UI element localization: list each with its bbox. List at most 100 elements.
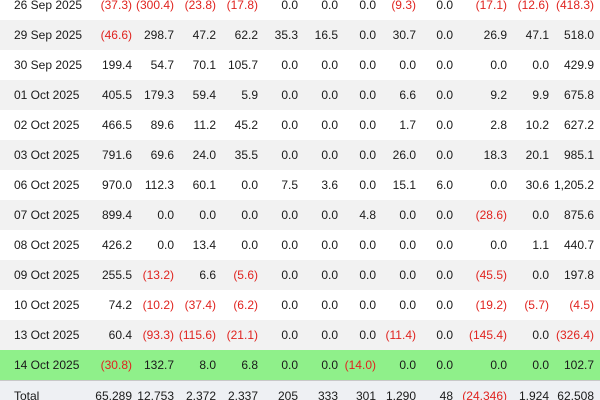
value-cell: 0.0 (376, 350, 416, 381)
value-cell: (5.6) (216, 260, 258, 290)
value-cell: (300.4) (135, 0, 174, 12)
value-cell: 0.0 (507, 200, 549, 230)
value-cell: 0.0 (399, 298, 416, 312)
value-cell: 11.2 (193, 118, 216, 132)
table-row[interactable]: 30 Sep 2025 199.4 54.7 70.1 105.7 0.0 0.0 0.0 0.… (0, 50, 600, 80)
value-cell: 26.9 (453, 20, 507, 50)
value-cell: 0.0 (174, 200, 216, 230)
value-cell: (19.2) (475, 298, 507, 312)
value-cell: 4.8 (338, 200, 376, 230)
value-cell: 62.2 (216, 20, 258, 50)
value-cell: (10.2) (142, 298, 174, 312)
value-cell: 20.1 (507, 140, 549, 170)
value-cell: 627.2 (563, 118, 594, 132)
table-row[interactable]: 02 Oct 2025 466.5 89.6 11.2 45.2 0.0 0.0 0.0 1.7… (0, 110, 600, 140)
value-cell: (24,346) (453, 380, 507, 400)
value-cell: (326.4) (549, 320, 600, 350)
value-cell: 0.0 (258, 200, 298, 230)
value-cell: 2,372 (174, 380, 216, 400)
date-cell: 26 Sep 2025 (14, 0, 83, 12)
value-cell: 1.7 (399, 118, 416, 132)
value-cell: 0.0 (416, 350, 453, 381)
value-cell: 59.4 (174, 80, 216, 110)
value-cell: 0.0 (507, 260, 549, 290)
date-cell: 09 Oct 2025 (0, 260, 92, 290)
value-cell: 301 (338, 380, 376, 400)
table-row[interactable]: 03 Oct 2025 791.6 69.6 24.0 35.5 0.0 0.0 0.0 26.… (0, 140, 600, 170)
value-cell: 54.7 (150, 58, 174, 72)
value-cell: 12,753 (132, 380, 174, 400)
value-cell: (30.8) (92, 350, 132, 381)
table-row[interactable]: 13 Oct 2025 60.4 (93.3) (115.6) (21.1) 0.0 0.0… (0, 320, 600, 350)
value-cell: 5.9 (216, 80, 258, 110)
value-cell: 60.1 (192, 178, 216, 192)
total-row[interactable]: Total 65,289 12,753 2,372 2,337 205 333 301 1,29… (0, 380, 600, 400)
value-cell: 15.1 (392, 178, 416, 192)
value-cell: (21.1) (216, 320, 258, 350)
value-cell: (37.3) (100, 0, 132, 12)
value-cell: 13.4 (192, 238, 216, 252)
table-row-highlighted[interactable]: 14 Oct 2025 (30.8) 132.7 8.0 6.8 0.0 0.0 (14.0)… (0, 350, 600, 381)
flows-table-viewport: 26 Sep 2025 (37.3) (300.4) (23.8) (17.8) 0.0 0… (0, 0, 600, 400)
table-row[interactable]: 07 Oct 2025 899.4 0.0 0.0 0.0 0.0 0.0 4.8 0.0 0.0… (0, 200, 600, 230)
value-cell: 0.0 (416, 260, 453, 290)
value-cell: 0.0 (399, 238, 416, 252)
table-row[interactable]: 29 Sep 2025 (46.6) 298.7 47.2 62.2 35.3 16.5 0.… (0, 20, 600, 50)
value-cell: 0.0 (490, 238, 507, 252)
value-cell: 26.0 (376, 140, 416, 170)
value-cell: 0.0 (359, 118, 376, 132)
value-cell: 45.2 (234, 118, 258, 132)
value-cell: 0.0 (532, 58, 549, 72)
value-cell: 112.3 (144, 178, 174, 192)
value-cell: 0.0 (359, 0, 376, 12)
table-row[interactable]: 01 Oct 2025 405.5 179.3 59.4 5.9 0.0 0.0 0.0 6.6… (0, 80, 600, 110)
value-cell: 675.8 (549, 80, 600, 110)
value-cell: 0.0 (298, 350, 338, 381)
value-cell: 0.0 (338, 320, 376, 350)
value-cell: (14.0) (338, 350, 376, 381)
value-cell: 0.0 (376, 260, 416, 290)
value-cell: 0.0 (298, 80, 338, 110)
value-cell: (6.2) (233, 298, 258, 312)
value-cell: 0.0 (321, 0, 338, 12)
table-row[interactable]: 06 Oct 2025 970.0 112.3 60.1 0.0 7.5 3.6 0.0 15.… (0, 170, 600, 200)
value-cell: 0.0 (359, 238, 376, 252)
date-cell: 02 Oct 2025 (14, 118, 80, 132)
value-cell: 0.0 (436, 118, 453, 132)
value-cell: 0.0 (416, 140, 453, 170)
value-cell: 105.7 (227, 58, 258, 72)
value-cell: 0.0 (258, 350, 298, 381)
value-cell: 0.0 (157, 238, 174, 252)
value-cell: 0.0 (321, 298, 338, 312)
value-cell: 2,337 (216, 380, 258, 400)
value-cell: 35.3 (258, 20, 298, 50)
value-cell: 0.0 (416, 200, 453, 230)
value-cell: 0.0 (321, 58, 338, 72)
value-cell: (5.7) (524, 298, 549, 312)
value-cell: 0.0 (321, 118, 338, 132)
value-cell: 899.4 (92, 200, 132, 230)
table-body: 26 Sep 2025 (37.3) (300.4) (23.8) (17.8) 0.0 0… (0, 0, 600, 400)
value-cell: 16.5 (298, 20, 338, 50)
value-cell: 0.0 (436, 0, 453, 12)
value-cell: 65,289 (92, 380, 132, 400)
table-row[interactable]: 09 Oct 2025 255.5 (13.2) 6.6 (5.6) 0.0 0.0 0.0 0… (0, 260, 600, 290)
value-cell: 0.0 (507, 320, 549, 350)
value-cell: 6.0 (436, 178, 453, 192)
table-row[interactable]: 10 Oct 2025 74.2 (10.2) (37.4) (6.2) 0.0 0.0 0.… (0, 290, 600, 320)
value-cell: 0.0 (436, 58, 453, 72)
value-cell: (12.6) (517, 0, 549, 12)
value-cell: (4.5) (569, 298, 594, 312)
value-cell: 6.6 (174, 260, 216, 290)
value-cell: 1,205.2 (553, 178, 594, 192)
value-cell: 0.0 (416, 320, 453, 350)
value-cell: 62,508 (549, 380, 600, 400)
value-cell: 60.4 (92, 320, 132, 350)
value-cell: 0.0 (453, 350, 507, 381)
date-cell: 03 Oct 2025 (0, 140, 92, 170)
value-cell: 30.6 (525, 178, 549, 192)
table-row[interactable]: 26 Sep 2025 (37.3) (300.4) (23.8) (17.8) 0.0 0… (0, 0, 600, 20)
table-row[interactable]: 08 Oct 2025 426.2 0.0 13.4 0.0 0.0 0.0 0.0 0.0 0.… (0, 230, 600, 260)
value-cell: 0.0 (359, 58, 376, 72)
value-cell: 333 (298, 380, 338, 400)
